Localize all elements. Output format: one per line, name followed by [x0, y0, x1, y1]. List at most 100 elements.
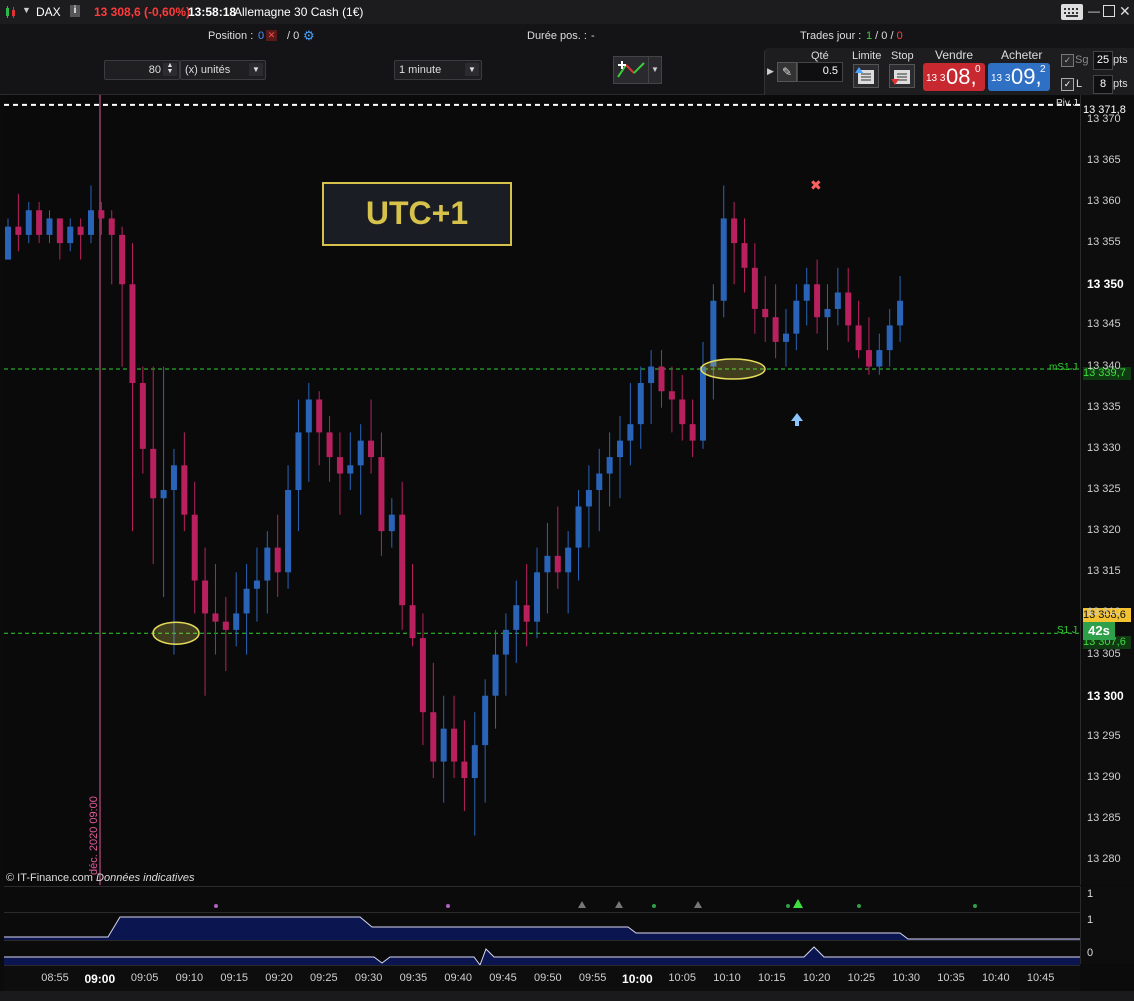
- chevron-right-icon[interactable]: ▶: [767, 66, 774, 77]
- candle[interactable]: [720, 185, 727, 318]
- candle[interactable]: [689, 399, 696, 458]
- candle[interactable]: [15, 193, 22, 252]
- qty-value[interactable]: 0.5: [823, 65, 838, 77]
- candle[interactable]: [834, 267, 841, 326]
- candle[interactable]: [492, 629, 499, 729]
- candle[interactable]: [202, 547, 209, 696]
- highlight-ellipse[interactable]: [700, 358, 766, 380]
- candle[interactable]: [108, 210, 115, 285]
- candle[interactable]: [523, 564, 530, 647]
- candle[interactable]: [67, 218, 74, 252]
- candle[interactable]: [222, 596, 229, 672]
- units-value[interactable]: 80: [149, 61, 161, 79]
- indicator-pane-area[interactable]: [4, 912, 1080, 941]
- candle[interactable]: [77, 218, 84, 260]
- chevron-down-icon[interactable]: ▼: [465, 63, 479, 76]
- indicator-pane-signals[interactable]: [4, 886, 1080, 913]
- candle[interactable]: [741, 218, 748, 293]
- utc-annotation-box[interactable]: UTC+1: [322, 182, 512, 246]
- candle[interactable]: [305, 383, 312, 482]
- candle[interactable]: [637, 366, 644, 449]
- candle[interactable]: [316, 391, 323, 466]
- candle[interactable]: [824, 284, 831, 351]
- exit-marker-icon[interactable]: ✖: [810, 178, 822, 194]
- candle[interactable]: [191, 481, 198, 614]
- candle[interactable]: [139, 366, 146, 474]
- info-icon[interactable]: i: [70, 5, 80, 17]
- candle[interactable]: [399, 481, 406, 630]
- candle[interactable]: [285, 465, 292, 589]
- candle[interactable]: [5, 218, 11, 260]
- candle[interactable]: [793, 284, 800, 351]
- candle[interactable]: [565, 531, 572, 614]
- candle[interactable]: [233, 572, 240, 647]
- candle[interactable]: [845, 267, 852, 342]
- candle[interactable]: [129, 243, 136, 532]
- candle[interactable]: [502, 613, 509, 696]
- l-checkbox[interactable]: ✓: [1061, 78, 1074, 91]
- candle[interactable]: [119, 226, 126, 367]
- candle[interactable]: [855, 300, 862, 359]
- candle[interactable]: [347, 432, 354, 490]
- sell-button[interactable]: 13 3 08, 0: [923, 63, 985, 91]
- candle[interactable]: [814, 259, 821, 334]
- candle[interactable]: [731, 201, 738, 285]
- price-chart[interactable]: ✖ UTC+1 © IT-Finance.com Données indicat…: [4, 95, 1080, 885]
- candle[interactable]: [98, 201, 105, 235]
- candle[interactable]: [368, 399, 375, 474]
- sg-checkbox[interactable]: ✓: [1061, 54, 1074, 67]
- candle[interactable]: [803, 267, 810, 326]
- candle[interactable]: [46, 210, 53, 244]
- wrench-icon[interactable]: ✎: [777, 62, 797, 82]
- candle[interactable]: [699, 341, 706, 449]
- l-input[interactable]: 8: [1093, 75, 1113, 94]
- keyboard-icon[interactable]: [1061, 4, 1083, 20]
- candle[interactable]: [482, 679, 489, 803]
- candlestick-chart[interactable]: ✖: [4, 95, 1080, 885]
- candle[interactable]: [617, 415, 624, 499]
- candle[interactable]: [782, 308, 789, 367]
- units-input[interactable]: 80 ▲ ▼: [104, 60, 180, 80]
- close-icon[interactable]: ✕: [1119, 3, 1131, 20]
- candle[interactable]: [243, 564, 250, 655]
- candle[interactable]: [160, 366, 167, 597]
- sg-input[interactable]: 25: [1093, 51, 1113, 70]
- price-axis[interactable]: 13 371,8 13 339,7 13 308,6 13 307,6 42s …: [1080, 95, 1134, 885]
- candle[interactable]: [668, 366, 675, 433]
- candle[interactable]: [388, 498, 395, 548]
- stepper-icon[interactable]: ▲ ▼: [163, 62, 177, 76]
- candle[interactable]: [181, 432, 188, 532]
- candle[interactable]: [710, 284, 717, 400]
- candle[interactable]: [897, 276, 904, 342]
- candle[interactable]: [36, 201, 43, 244]
- candle[interactable]: [554, 506, 561, 589]
- candle[interactable]: [762, 276, 769, 342]
- candle[interactable]: [430, 662, 437, 779]
- candle[interactable]: [544, 522, 551, 614]
- candle[interactable]: [56, 218, 63, 260]
- candle[interactable]: [471, 712, 478, 836]
- gear-icon[interactable]: ⚙: [303, 28, 315, 44]
- chevron-down-icon[interactable]: ▼: [22, 5, 31, 15]
- buy-button[interactable]: 13 3 09, 2: [988, 63, 1050, 91]
- candle[interactable]: [253, 547, 260, 622]
- candle[interactable]: [627, 383, 634, 466]
- chevron-down-icon[interactable]: ▼: [249, 63, 263, 76]
- candle[interactable]: [440, 695, 447, 803]
- timeframe-select[interactable]: 1 minute ▼: [394, 60, 482, 80]
- candle[interactable]: [451, 695, 458, 779]
- units-type-select[interactable]: (x) unités ▼: [180, 60, 266, 80]
- maximize-icon[interactable]: [1103, 5, 1115, 17]
- candle[interactable]: [585, 465, 592, 548]
- limit-order-icon[interactable]: [853, 64, 879, 88]
- candle[interactable]: [648, 350, 655, 425]
- candle[interactable]: [513, 580, 520, 663]
- chart-tools-dropdown[interactable]: ▼: [648, 56, 662, 84]
- candle[interactable]: [264, 531, 271, 614]
- highlight-ellipse[interactable]: [152, 621, 200, 645]
- candle[interactable]: [357, 424, 364, 515]
- stop-order-icon[interactable]: [889, 64, 915, 88]
- symbol-label[interactable]: DAX: [36, 5, 61, 19]
- candle[interactable]: [25, 201, 32, 244]
- candle[interactable]: [596, 448, 603, 532]
